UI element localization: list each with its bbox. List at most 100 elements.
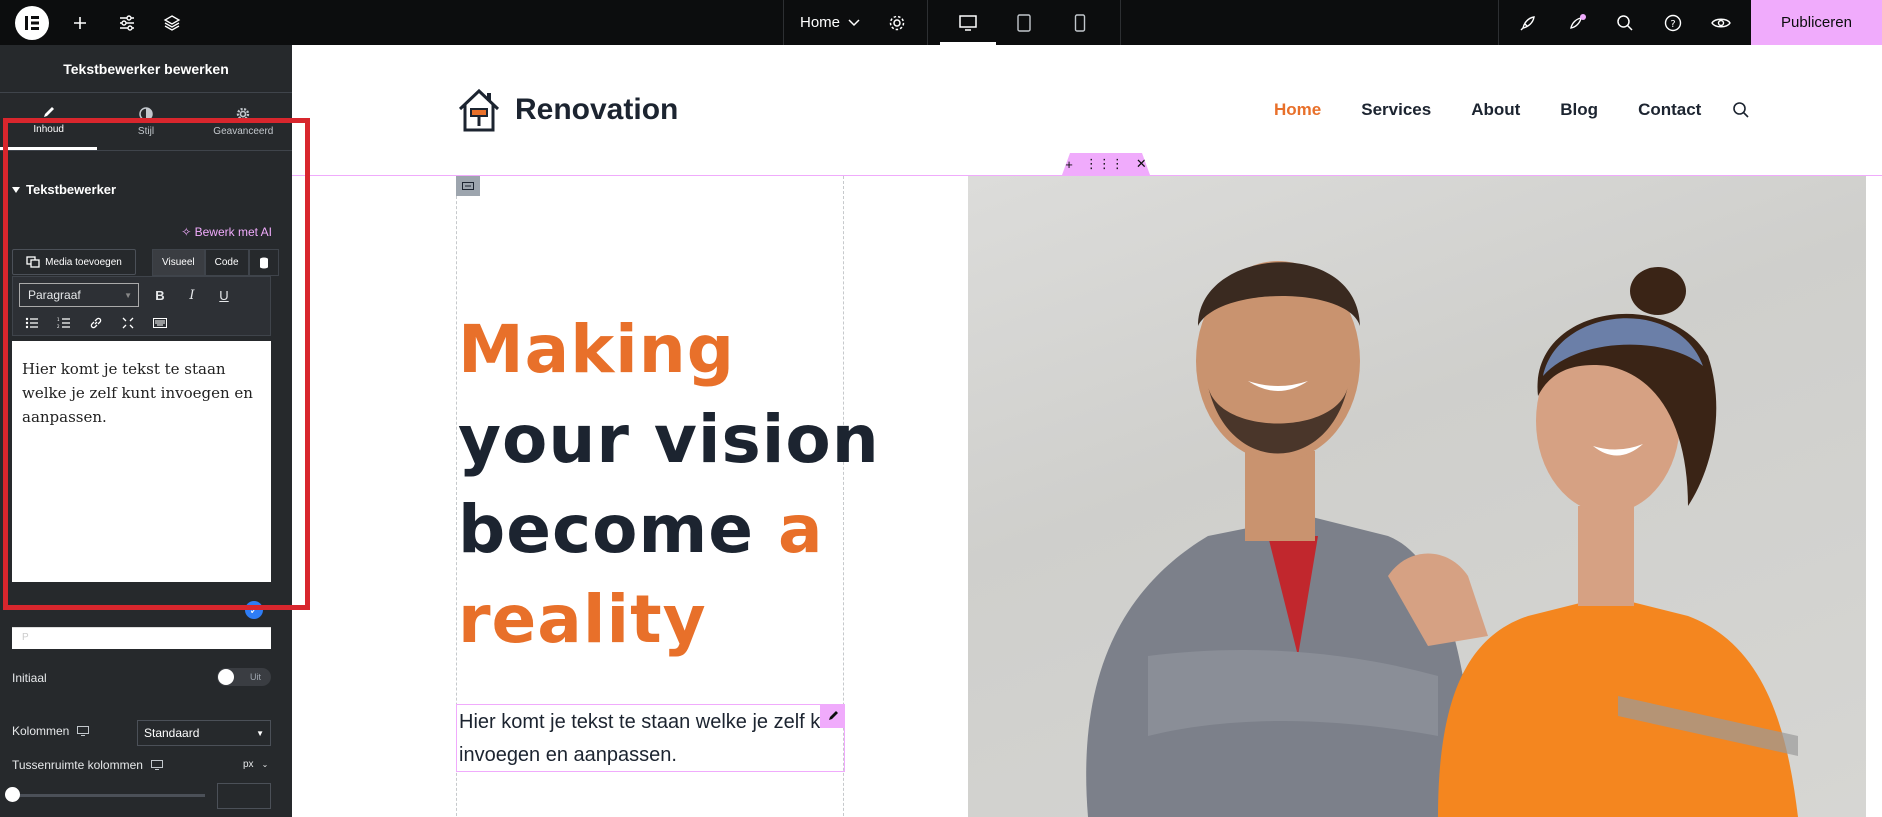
ai-edit-link[interactable]: ✧ Bewerk met AI bbox=[181, 225, 272, 239]
unit-value: px bbox=[243, 759, 254, 770]
notifications-icon[interactable] bbox=[1557, 0, 1597, 45]
hero-line-3a: become bbox=[458, 491, 778, 568]
initial-label: Initiaal bbox=[12, 671, 47, 685]
tab-label: Geavanceerd bbox=[213, 125, 274, 137]
nav-services[interactable]: Services bbox=[1361, 100, 1431, 120]
gap-label: Tussenruimte kolommen bbox=[12, 758, 163, 772]
site-search-icon[interactable] bbox=[1732, 101, 1750, 124]
delete-section-icon[interactable]: ✕ bbox=[1136, 156, 1147, 172]
bullet-list-icon[interactable] bbox=[20, 311, 44, 335]
page-canvas: Renovation Home Services About Blog Cont… bbox=[292, 45, 1882, 817]
initial-toggle[interactable]: Uit bbox=[217, 668, 271, 686]
hero-line-2: your vision bbox=[458, 401, 880, 478]
top-bar: Home ? Publiceren bbox=[0, 0, 1882, 45]
house-logo-icon bbox=[458, 88, 500, 132]
drag-handle-icon[interactable]: ⋮⋮⋮ bbox=[1085, 156, 1124, 172]
database-icon[interactable] bbox=[248, 249, 279, 276]
chevron-down-icon: ▼ bbox=[256, 728, 264, 738]
gear-icon bbox=[237, 107, 250, 120]
underline-button[interactable]: U bbox=[212, 283, 236, 307]
desktop-icon bbox=[150, 760, 163, 770]
editor-path: P bbox=[12, 627, 271, 649]
paragraph-select-value: Paragraaf bbox=[28, 288, 81, 302]
body-text: Hier komt je tekst te staan welke je zel… bbox=[459, 711, 845, 766]
ai-edit-label: Bewerk met AI bbox=[194, 225, 272, 239]
gap-label-text: Tussenruimte kolommen bbox=[12, 758, 143, 772]
page-select[interactable]: Home bbox=[800, 0, 860, 45]
tab-stijl[interactable]: Stijl bbox=[97, 93, 194, 150]
contrast-icon bbox=[139, 106, 153, 121]
nav-about[interactable]: About bbox=[1471, 100, 1520, 120]
hero-heading: Making your vision become a reality bbox=[458, 305, 880, 665]
text-editor[interactable]: Hier komt je tekst te staan welke je zel… bbox=[12, 341, 271, 582]
tab-inhoud[interactable]: Inhoud bbox=[0, 93, 98, 150]
tab-code[interactable]: Code bbox=[204, 249, 249, 276]
nav-home[interactable]: Home bbox=[1274, 100, 1321, 120]
eye-icon[interactable] bbox=[1701, 0, 1741, 45]
numbered-list-icon[interactable]: 12 bbox=[52, 311, 76, 335]
publish-button[interactable]: Publiceren bbox=[1751, 0, 1882, 45]
elementor-logo-icon[interactable] bbox=[15, 6, 49, 40]
nav-blog[interactable]: Blog bbox=[1560, 100, 1598, 120]
section-toggle[interactable]: Tekstbewerker bbox=[12, 182, 116, 197]
bold-button[interactable]: B bbox=[148, 283, 172, 307]
caret-down-icon bbox=[12, 186, 20, 193]
svg-text:2: 2 bbox=[57, 324, 60, 329]
columns-select[interactable]: Standaard ▼ bbox=[137, 720, 271, 746]
chevron-down-icon: ▼ bbox=[124, 290, 132, 300]
text-editor-widget[interactable]: Hier komt je tekst te staan welke je zel… bbox=[456, 704, 845, 772]
hero-line-4: reality bbox=[458, 581, 707, 658]
add-media-button[interactable]: Media toevoegen bbox=[12, 249, 136, 275]
hero-line-3: become a bbox=[458, 485, 880, 575]
add-media-label: Media toevoegen bbox=[45, 256, 122, 268]
gap-slider-track[interactable] bbox=[12, 794, 205, 797]
tab-geavanceerd[interactable]: Geavanceerd bbox=[195, 93, 292, 150]
media-icon bbox=[26, 256, 40, 268]
check-icon: ✓ bbox=[245, 601, 263, 619]
sparkle-icon: ✧ bbox=[181, 225, 195, 239]
italic-button[interactable]: I bbox=[180, 283, 204, 307]
fullscreen-icon[interactable] bbox=[116, 311, 140, 335]
nav-contact[interactable]: Contact bbox=[1638, 100, 1701, 120]
search-icon[interactable] bbox=[1605, 0, 1645, 45]
hero-line-1: Making bbox=[458, 311, 735, 388]
hero-photo bbox=[968, 176, 1866, 817]
panel-title: Tekstbewerker bewerken bbox=[0, 45, 292, 93]
panel-tabs: Inhoud Stijl Geavanceerd bbox=[0, 93, 292, 151]
tab-label: Inhoud bbox=[33, 124, 64, 135]
unit-select[interactable]: px ⌄ bbox=[243, 759, 268, 770]
workers-photo bbox=[1086, 261, 1798, 817]
sliders-icon[interactable] bbox=[107, 0, 147, 45]
layers-icon[interactable] bbox=[152, 0, 192, 45]
gap-slider-handle[interactable] bbox=[5, 787, 20, 802]
page-select-label: Home bbox=[800, 14, 841, 31]
columns-select-value: Standaard bbox=[144, 726, 200, 740]
gap-number-input[interactable] bbox=[217, 783, 271, 809]
section-handle[interactable]: + ⋮⋮⋮ ✕ bbox=[1062, 153, 1150, 175]
desktop-icon[interactable] bbox=[948, 0, 988, 45]
editor-panel: Tekstbewerker bewerken Inhoud Stijl Geav… bbox=[0, 45, 292, 817]
rocket-icon[interactable] bbox=[1508, 0, 1548, 45]
tab-label: Stijl bbox=[137, 125, 155, 137]
help-icon[interactable]: ? bbox=[1653, 0, 1693, 45]
gear-icon[interactable] bbox=[877, 0, 917, 45]
columns-label: Kolommen bbox=[12, 724, 90, 738]
svg-text:?: ? bbox=[1670, 19, 1675, 30]
add-section-icon[interactable]: + bbox=[1065, 157, 1073, 172]
site-logo[interactable]: Renovation bbox=[457, 87, 678, 133]
editor-toolbar: Paragraaf ▼ B I U 12 bbox=[12, 276, 271, 336]
toggle-label: Uit bbox=[250, 672, 261, 682]
mobile-icon[interactable] bbox=[1060, 0, 1100, 45]
keyboard-icon[interactable] bbox=[148, 311, 172, 335]
chevron-down-icon: ⌄ bbox=[261, 760, 269, 769]
tablet-icon[interactable] bbox=[1004, 0, 1044, 45]
column-handle-icon[interactable] bbox=[456, 176, 480, 196]
pencil-icon bbox=[43, 107, 54, 117]
hero-line-3b: a bbox=[777, 491, 824, 568]
site-name: Renovation bbox=[515, 93, 679, 126]
edit-widget-icon[interactable] bbox=[820, 704, 845, 728]
tab-visueel[interactable]: Visueel bbox=[152, 249, 205, 276]
plus-icon[interactable] bbox=[60, 0, 100, 45]
paragraph-select[interactable]: Paragraaf ▼ bbox=[19, 283, 139, 307]
link-icon[interactable] bbox=[84, 311, 108, 335]
